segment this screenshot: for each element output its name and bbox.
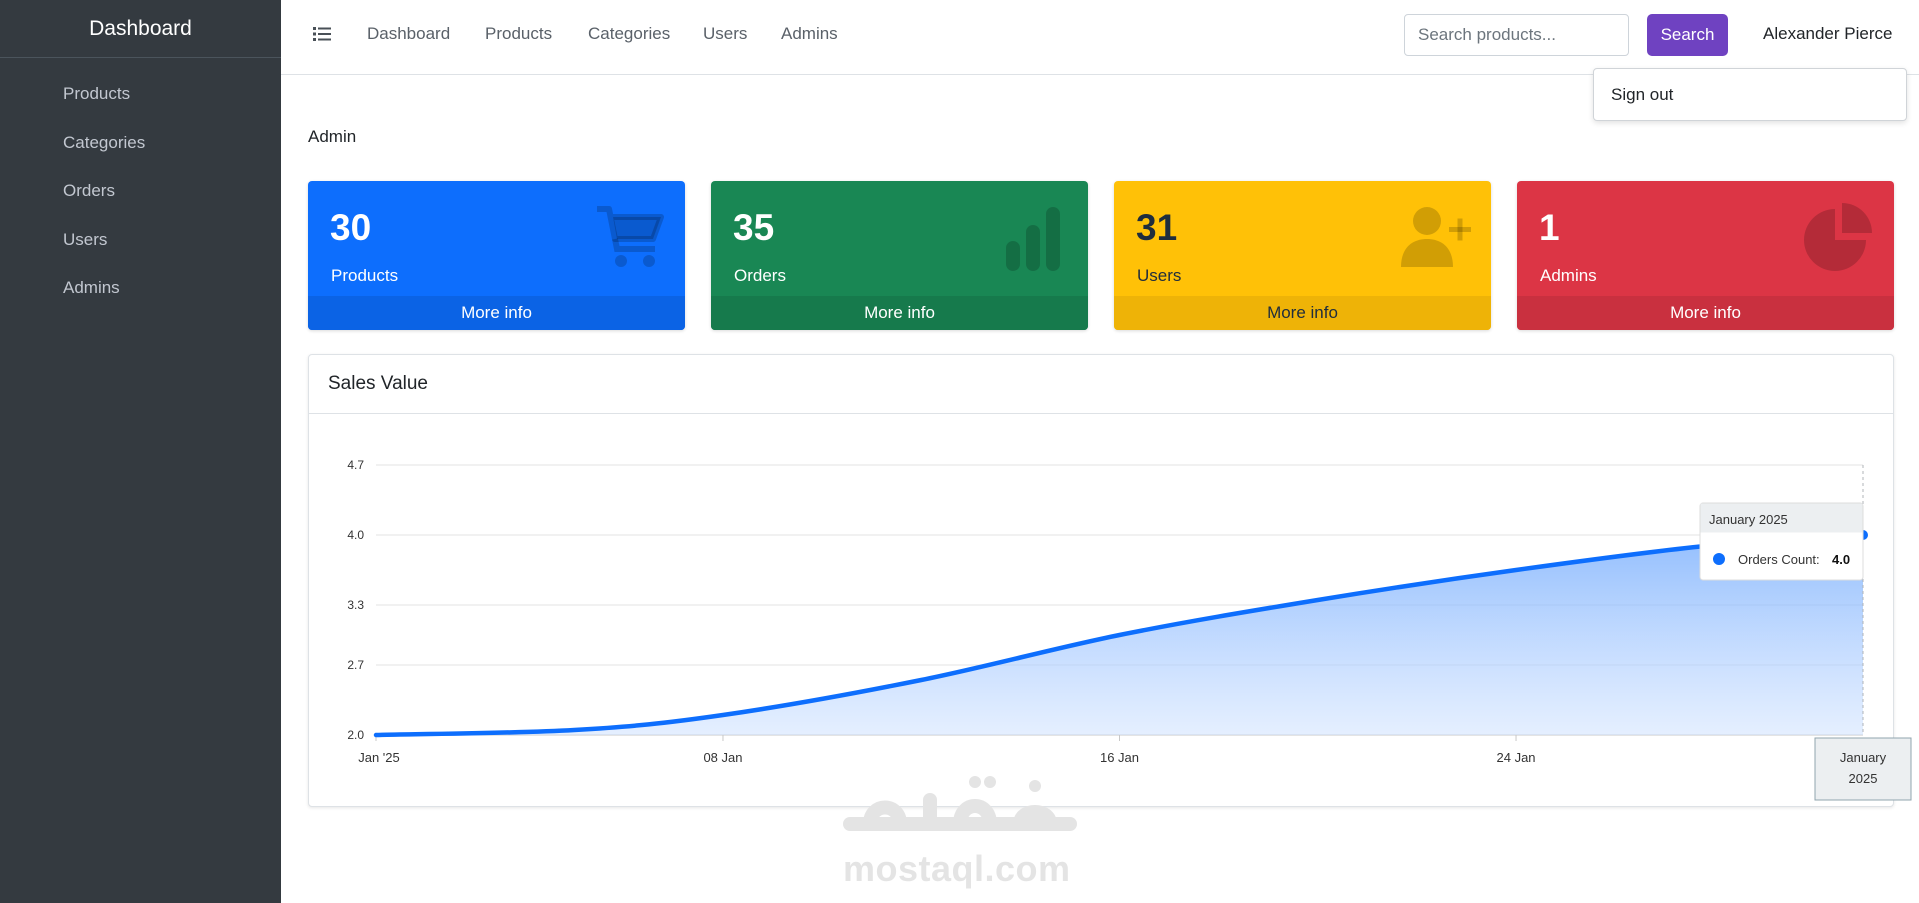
y-tick-label: 4.0 <box>347 528 364 542</box>
crosshair-label-year: 2025 <box>1849 771 1878 786</box>
watermark-text: mostaql.com <box>843 848 1071 889</box>
tooltip-series-name: Orders Count: <box>1738 552 1820 567</box>
tooltip-value: 4.0 <box>1832 552 1850 567</box>
x-tick-label: 24 Jan <box>1497 750 1536 765</box>
user-dropdown-menu: Sign out <box>1593 68 1907 121</box>
chart-crosshair-label: January 2025 <box>1814 737 1912 801</box>
x-tick-label: 08 Jan <box>703 750 742 765</box>
tooltip-series-marker <box>1713 553 1725 565</box>
x-tick-label: 16 Jan <box>1100 750 1139 765</box>
sign-out-link[interactable]: Sign out <box>1611 85 1673 105</box>
y-tick-label: 2.0 <box>347 728 364 742</box>
crosshair-label-month: January <box>1840 750 1887 765</box>
sales-value-chart: 2.0 2.7 3.3 4.0 4.7 Jan '25 08 Jan 16 Jan 24 Ja… <box>347 458 1912 801</box>
y-tick-label: 3.3 <box>347 598 364 612</box>
y-tick-label: 4.7 <box>347 458 364 472</box>
x-tick-label: Jan '25 <box>358 750 400 765</box>
chart-tooltip: January 2025 Orders Count: 4.0 <box>1699 502 1864 581</box>
watermark-logo <box>843 776 1077 831</box>
y-tick-label: 2.7 <box>347 658 364 672</box>
tooltip-title: January 2025 <box>1709 512 1788 527</box>
